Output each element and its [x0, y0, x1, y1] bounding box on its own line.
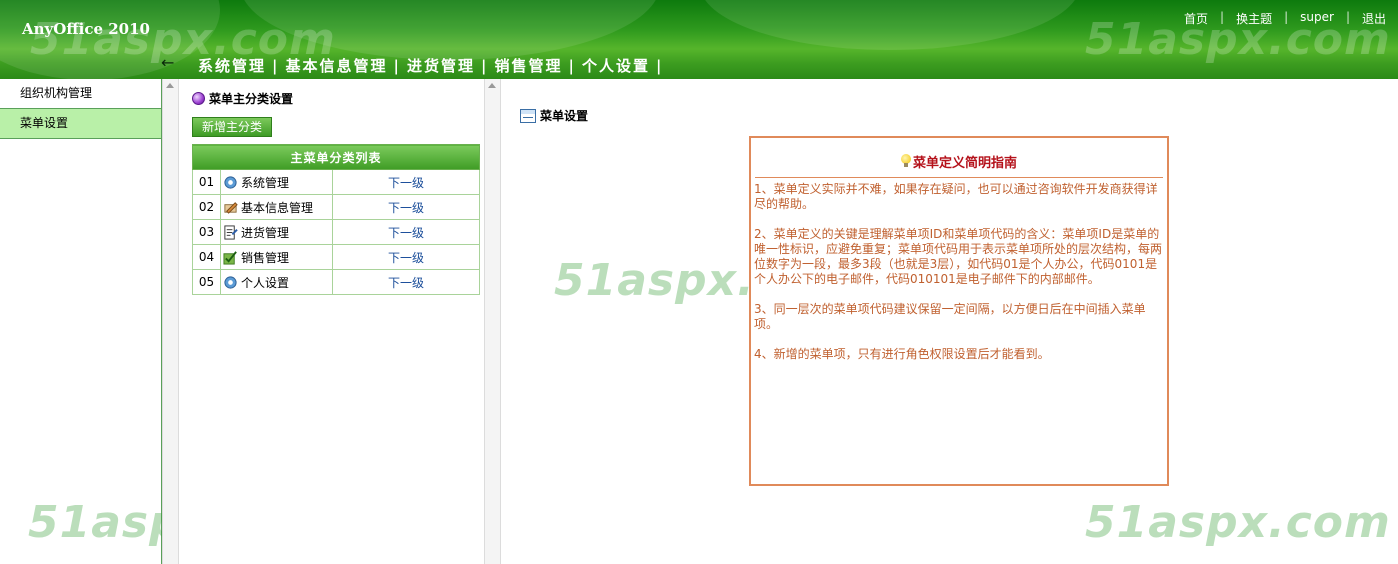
watermark: 51aspx.com — [1085, 497, 1391, 548]
scroll-up-icon[interactable] — [166, 83, 174, 88]
nav-separator: | — [393, 57, 401, 75]
menu-category-table: 主菜单分类列表 01 系统管理 下一级 02 基本信息管理 下一级 03 进货管 — [192, 144, 480, 295]
guide-title-text: 菜单定义简明指南 — [912, 156, 1017, 171]
row-number: 04 — [192, 244, 221, 270]
back-arrow-icon[interactable]: ← — [161, 55, 181, 71]
sub-level-link[interactable]: 下一级 — [332, 219, 480, 245]
nav-system[interactable]: 系统管理 — [198, 57, 266, 75]
lightbulb-icon — [900, 154, 911, 168]
table-row: 05 个人设置 下一级 — [192, 269, 480, 295]
row-name: 进货管理 — [241, 225, 290, 240]
table-row: 02 基本信息管理 下一级 — [192, 194, 480, 220]
top-links: 首页 | 换主题 | super | 退出 — [1184, 10, 1386, 27]
document-icon — [224, 224, 238, 240]
content-title: 菜单设置 — [520, 107, 588, 124]
link-separator: | — [1345, 10, 1350, 24]
app-title: AnyOffice 2010 — [22, 20, 150, 38]
bullet-icon — [192, 92, 205, 105]
table-row: 01 系统管理 下一级 — [192, 169, 480, 195]
row-number: 03 — [192, 219, 221, 245]
row-name-cell: 进货管理 — [220, 219, 333, 245]
home-link[interactable]: 首页 — [1184, 10, 1208, 27]
nav-separator: | — [272, 57, 280, 75]
menu-category-panel: 菜单主分类设置 新增主分类 主菜单分类列表 01 系统管理 下一级 02 基本信… — [180, 79, 485, 564]
guide-title: 菜单定义简明指南 — [755, 138, 1163, 178]
main-nav: 系统管理 | 基本信息管理 | 进货管理 | 销售管理 | 个人设置 | — [198, 55, 669, 76]
change-theme-link[interactable]: 换主题 — [1236, 10, 1272, 27]
scroll-up-icon[interactable] — [488, 83, 496, 88]
scrollbar[interactable] — [484, 79, 501, 564]
panel-heading-text: 菜单主分类设置 — [209, 92, 294, 106]
table-row: 04 销售管理 下一级 — [192, 244, 480, 270]
row-number: 05 — [192, 269, 221, 295]
row-name-cell: 基本信息管理 — [220, 194, 333, 220]
sub-level-link[interactable]: 下一级 — [332, 194, 480, 220]
nav-basic-info[interactable]: 基本信息管理 — [285, 57, 387, 75]
sub-level-link[interactable]: 下一级 — [332, 169, 480, 195]
top-header: 51aspx.com 51aspx.com AnyOffice 2010 首页 … — [0, 0, 1398, 79]
guide-paragraph: 3、同一层次的菜单项代码建议保留一定间隔，以方便日后在中间插入菜单项。 — [754, 302, 1146, 331]
add-main-category-button[interactable]: 新增主分类 — [192, 117, 272, 137]
row-name-cell: 销售管理 — [220, 244, 333, 270]
link-separator: | — [1220, 10, 1225, 24]
nav-purchase[interactable]: 进货管理 — [407, 57, 475, 75]
panel-heading: 菜单主分类设置 — [192, 90, 293, 107]
window-icon — [520, 108, 536, 123]
table-header: 主菜单分类列表 — [192, 144, 480, 170]
table-row: 03 进货管理 下一级 — [192, 219, 480, 245]
guide-paragraph: 2、菜单定义的关键是理解菜单项ID和菜单项代码的含义：菜单项ID是菜单的唯一性标… — [754, 227, 1163, 286]
sub-level-link[interactable]: 下一级 — [332, 269, 480, 295]
content-area: 51aspx.com 51aspx.com 菜单设置 菜单定义简明指南 1、菜单… — [502, 79, 1398, 564]
row-number: 01 — [192, 169, 221, 195]
content-title-text: 菜单设置 — [540, 109, 589, 123]
nav-personal[interactable]: 个人设置 — [582, 57, 650, 75]
sidebar-item-organization[interactable]: 组织机构管理 — [0, 79, 161, 109]
nav-separator: | — [568, 57, 576, 75]
nav-separator: | — [655, 57, 664, 75]
scrollbar[interactable] — [162, 79, 179, 564]
gear-icon — [224, 175, 237, 189]
check-icon — [223, 250, 237, 265]
row-name-cell: 个人设置 — [220, 269, 333, 295]
user-link[interactable]: super — [1300, 10, 1334, 27]
sidebar: 组织机构管理 菜单设置 51aspx.com — [0, 79, 333, 564]
row-name: 个人设置 — [241, 275, 290, 290]
sub-level-link[interactable]: 下一级 — [332, 244, 480, 270]
guide-paragraph: 4、新增的菜单项，只有进行角色权限设置后才能看到。 — [754, 347, 1050, 361]
row-name: 基本信息管理 — [241, 200, 314, 215]
gear-icon — [224, 275, 237, 289]
row-name: 系统管理 — [241, 175, 290, 190]
link-separator: | — [1284, 10, 1289, 24]
row-number: 02 — [192, 194, 221, 220]
sidebar-item-menu-settings[interactable]: 菜单设置 — [0, 109, 161, 139]
nav-separator: | — [480, 57, 489, 75]
guide-box: 菜单定义简明指南 1、菜单定义实际并不难，如果存在疑问，也可以通过咨询软件开发商… — [749, 136, 1169, 486]
row-name-cell: 系统管理 — [220, 169, 333, 195]
guide-paragraph: 1、菜单定义实际并不难，如果存在疑问，也可以通过咨询软件开发商获得详尽的帮助。 — [754, 182, 1158, 211]
logout-link[interactable]: 退出 — [1362, 10, 1386, 27]
nav-sales[interactable]: 销售管理 — [494, 57, 562, 75]
header-decoration — [700, 0, 1080, 50]
pencil-icon — [224, 201, 238, 214]
guide-body: 1、菜单定义实际并不难，如果存在疑问，也可以通过咨询软件开发商获得详尽的帮助。 … — [751, 178, 1167, 362]
row-name: 销售管理 — [241, 250, 290, 265]
